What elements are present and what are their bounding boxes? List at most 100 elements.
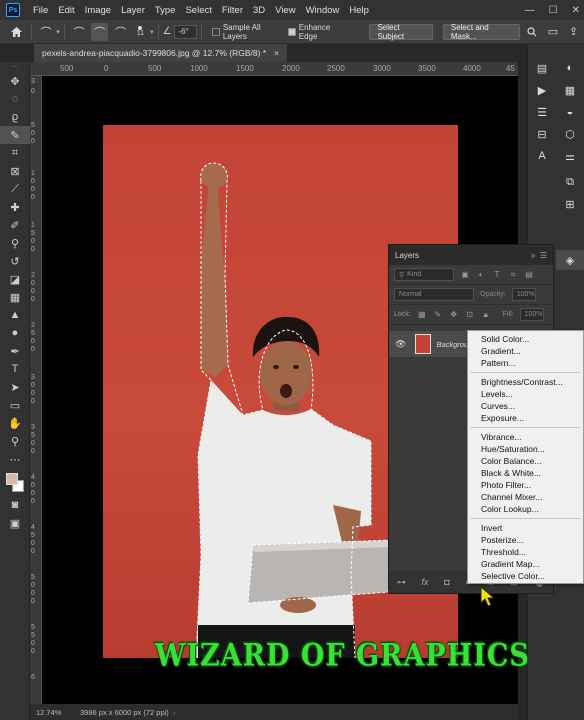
type-filter-icon[interactable]: T	[492, 270, 502, 279]
panel-menu-icon[interactable]: » ☰	[531, 251, 547, 260]
brush-size-picker[interactable]: 11	[137, 26, 144, 37]
menu-view[interactable]: View	[270, 5, 300, 16]
zoom-tool-icon[interactable]: ⚲	[0, 432, 30, 450]
quick-selection-tool-icon[interactable]: ✎	[0, 126, 30, 144]
menu-item-levels[interactable]: Levels...	[481, 389, 513, 399]
layers-panel-title[interactable]: Layers	[395, 251, 419, 260]
menu-item-channel-mixer[interactable]: Channel Mixer...	[481, 492, 542, 502]
history-brush-tool-icon[interactable]: ↺	[0, 252, 30, 270]
lock-all-icon[interactable]: 🔒︎	[481, 310, 491, 320]
libraries-panel-icon[interactable]: ◒	[556, 102, 584, 122]
quick-mask-icon[interactable]: ◙	[0, 496, 30, 514]
lock-transparent-icon[interactable]: ▦	[417, 310, 427, 319]
chevron-down-icon[interactable]: ▾	[150, 28, 154, 36]
menu-image[interactable]: Image	[80, 5, 116, 16]
add-mask-icon[interactable]: ◘	[444, 577, 449, 587]
layer-style-icon[interactable]: fx	[421, 577, 428, 587]
history-panel-icon[interactable]: ▤	[528, 58, 556, 78]
crop-tool-icon[interactable]: ⌗	[0, 144, 30, 162]
search-icon[interactable]	[524, 23, 541, 41]
dodge-tool-icon[interactable]: ●	[0, 324, 30, 342]
adjustment-filter-icon[interactable]: ◐	[476, 270, 486, 279]
menu-item-curves[interactable]: Curves...	[481, 401, 515, 411]
menu-item-color-balance[interactable]: Color Balance...	[481, 456, 541, 466]
properties-panel-icon[interactable]: ☰	[528, 102, 556, 122]
brush-tool-icon[interactable]: ✐	[0, 216, 30, 234]
color-swatches[interactable]	[0, 468, 30, 496]
add-to-selection-icon[interactable]: ⌒	[91, 22, 109, 41]
menu-item-brightness-contrast[interactable]: Brightness/Contrast...	[481, 377, 563, 387]
clone-source-panel-icon[interactable]: ⊞	[556, 194, 584, 214]
menu-edit[interactable]: Edit	[53, 5, 79, 16]
chevron-down-icon[interactable]: ▾	[56, 28, 60, 36]
minimize-button[interactable]: —	[525, 5, 535, 16]
character-panel-icon[interactable]: A	[528, 146, 556, 166]
kind-filter-select[interactable]: ⚲ Kind	[394, 268, 454, 281]
menu-item-gradient[interactable]: Gradient...	[481, 346, 521, 356]
lock-position-icon[interactable]: ✥	[449, 310, 459, 319]
fill-field[interactable]: 100%	[519, 308, 544, 321]
menu-item-pattern[interactable]: Pattern...	[481, 358, 516, 368]
workspace-icon[interactable]: ▭	[545, 23, 562, 41]
new-selection-icon[interactable]: ⌒	[71, 23, 88, 41]
eraser-tool-icon[interactable]: ◪	[0, 270, 30, 288]
menu-item-vibrance[interactable]: Vibrance...	[481, 432, 521, 442]
close-tab-icon[interactable]: ×	[274, 48, 279, 58]
menu-item-solid-color[interactable]: Solid Color...	[481, 334, 529, 344]
link-layers-icon[interactable]: ⊶	[397, 577, 406, 588]
menu-item-selective-color[interactable]: Selective Color...	[481, 571, 545, 581]
menu-filter[interactable]: Filter	[217, 5, 248, 16]
channels-panel-icon[interactable]: ⚌	[556, 146, 584, 166]
opacity-field[interactable]: 100%	[511, 288, 536, 301]
pixel-filter-icon[interactable]: ▣	[460, 270, 470, 279]
select-and-mask-button[interactable]: Select and Mask...	[442, 23, 520, 41]
menu-layer[interactable]: Layer	[116, 5, 150, 16]
blur-tool-icon[interactable]: ▲	[0, 306, 30, 324]
gradient-tool-icon[interactable]: ▦	[0, 288, 30, 306]
menu-select[interactable]: Select	[180, 5, 216, 16]
menu-item-threshold[interactable]: Threshold...	[481, 547, 526, 557]
color-panel-icon[interactable]: ◐	[556, 58, 584, 78]
angle-field[interactable]: -6°	[174, 24, 198, 39]
sample-all-layers-checkbox[interactable]	[212, 27, 220, 36]
shape-filter-icon[interactable]: ⌗	[508, 270, 518, 280]
healing-brush-tool-icon[interactable]: ✚	[0, 198, 30, 216]
frame-tool-icon[interactable]: ⊠	[0, 162, 30, 180]
menu-3d[interactable]: 3D	[248, 5, 270, 16]
menu-help[interactable]: Help	[344, 5, 374, 16]
share-icon[interactable]: ⇪	[565, 23, 582, 41]
menu-item-exposure[interactable]: Exposure...	[481, 413, 524, 423]
marquee-tool-icon[interactable]: ◌	[0, 90, 30, 108]
home-icon[interactable]	[8, 23, 25, 41]
foreground-color-swatch[interactable]	[6, 473, 18, 485]
maximize-button[interactable]: ☐	[549, 5, 558, 16]
path-selection-tool-icon[interactable]: ➤	[0, 378, 30, 396]
menu-item-hue-saturation[interactable]: Hue/Saturation...	[481, 444, 545, 454]
menu-item-posterize[interactable]: Posterize...	[481, 535, 524, 545]
close-window-button[interactable]: ✕	[572, 5, 580, 16]
swatches-panel-icon[interactable]: ▦	[556, 80, 584, 100]
type-tool-icon[interactable]: T	[0, 360, 30, 378]
lock-pixels-icon[interactable]: ✎	[433, 310, 443, 319]
menu-type[interactable]: Type	[150, 5, 181, 16]
chevron-right-icon[interactable]: ›	[173, 708, 176, 717]
menu-item-color-lookup[interactable]: Color Lookup...	[481, 504, 539, 514]
lock-artboard-icon[interactable]: ⊡	[465, 310, 475, 319]
menu-file[interactable]: File	[28, 5, 53, 16]
menu-window[interactable]: Window	[301, 5, 345, 16]
eyedropper-tool-icon[interactable]: ⟋	[0, 180, 30, 198]
visibility-eye-icon[interactable]: 👁︎	[395, 339, 406, 350]
clone-stamp-tool-icon[interactable]: ⚲	[0, 234, 30, 252]
quick-selection-preset-icon[interactable]: ⌒	[38, 23, 55, 41]
more-tools-icon[interactable]: ⋯	[0, 450, 30, 468]
move-tool-icon[interactable]: ✥	[0, 72, 30, 90]
screen-mode-icon[interactable]: ▣	[0, 514, 30, 532]
document-tab[interactable]: pexels-andrea-piacquadio-3799806.jpg @ 1…	[34, 44, 288, 62]
lasso-tool-icon[interactable]: ϱ	[0, 108, 30, 126]
paths-panel-icon[interactable]: ⬡	[556, 124, 584, 144]
zoom-level[interactable]: 12.74%	[36, 708, 80, 717]
menu-item-gradient-map[interactable]: Gradient Map...	[481, 559, 540, 569]
subtract-from-selection-icon[interactable]: ⌒	[112, 23, 129, 41]
layer-comps-panel-icon[interactable]: ⧉	[556, 172, 584, 192]
hand-tool-icon[interactable]: ✋	[0, 414, 30, 432]
